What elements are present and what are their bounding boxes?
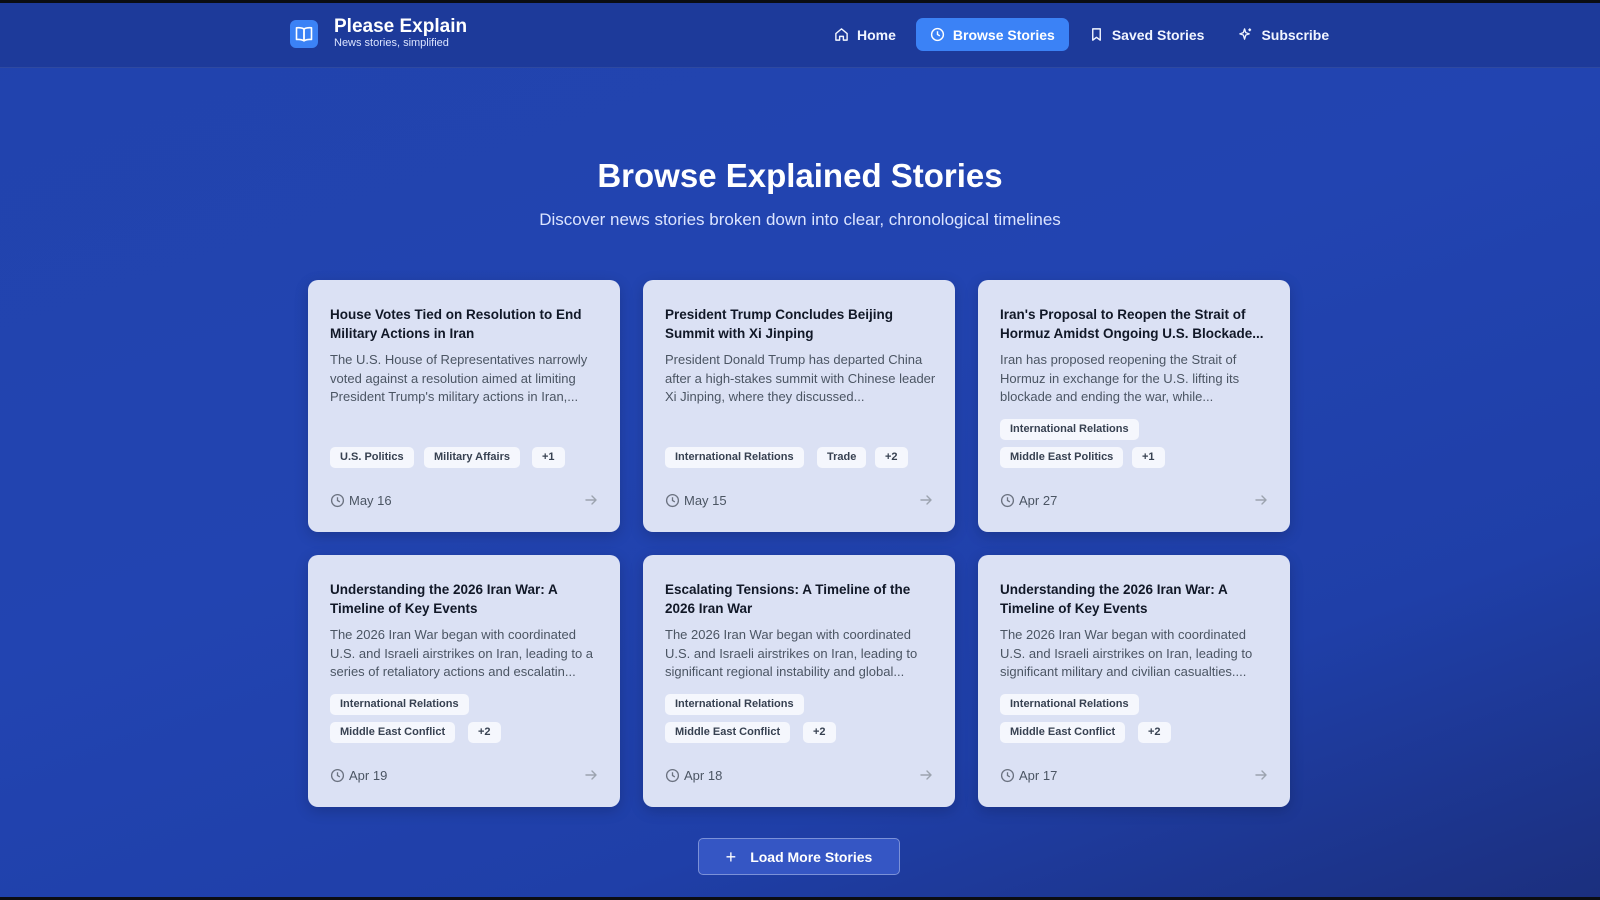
story-date-text: May 15	[684, 493, 727, 508]
nav-saved-label: Saved Stories	[1111, 26, 1205, 43]
page-subtitle: Discover news stories broken down into c…	[539, 210, 1061, 229]
brand[interactable]: Please Explain News stories, simplified	[290, 17, 467, 50]
story-tag[interactable]: Middle East Conflict	[665, 722, 791, 743]
arrow-right-icon[interactable]	[1254, 493, 1268, 507]
nav-subscribe[interactable]: Subscribe	[1224, 18, 1343, 51]
story-date: May 16	[330, 493, 392, 508]
story-date: Apr 19	[330, 768, 387, 783]
app-subtitle: News stories, simplified	[334, 37, 449, 49]
story-date: Apr 27	[1000, 493, 1057, 508]
story-date: Apr 17	[1000, 768, 1057, 783]
story-tag[interactable]: U.S. Politics	[330, 447, 414, 468]
story-tag[interactable]: International Relations	[665, 447, 804, 468]
arrow-right-icon[interactable]	[919, 768, 933, 782]
sparkle-icon	[1239, 28, 1252, 40]
story-description: The 2026 Iran War began with coordinated…	[665, 627, 918, 679]
arrow-right-icon[interactable]	[1254, 768, 1268, 782]
clock-icon	[930, 27, 945, 42]
story-title: President Trump Concludes Beijing Summit…	[665, 307, 894, 341]
story-card[interactable]: House Votes Tied on Resolution to End Mi…	[308, 280, 620, 532]
story-title: Iran's Proposal to Reopen the Strait of …	[1000, 307, 1264, 341]
nav-subscribe-label: Subscribe	[1261, 26, 1330, 43]
story-date-text: Apr 17	[1019, 768, 1058, 783]
story-title: House Votes Tied on Resolution to End Mi…	[330, 307, 582, 341]
book-open-icon	[290, 19, 318, 48]
clock-icon	[330, 493, 345, 508]
clock-icon	[665, 768, 680, 783]
app-frame: Please Explain News stories, simplified …	[0, 3, 1600, 897]
story-tag[interactable]: Trade	[817, 447, 867, 468]
story-tag[interactable]: Middle East Conflict	[330, 722, 456, 743]
story-card[interactable]: Understanding the 2026 Iran War: A Timel…	[978, 555, 1290, 807]
story-tag[interactable]: Middle East Politics	[1000, 447, 1124, 468]
story-date-text: Apr 27	[1019, 493, 1058, 508]
clock-icon	[1000, 768, 1015, 783]
story-card[interactable]: President Trump Concludes Beijing Summit…	[643, 280, 955, 532]
story-date: Apr 18	[665, 768, 722, 783]
nav-home-label: Home	[857, 26, 896, 43]
story-date-text: May 16	[349, 493, 392, 508]
nav-browse-stories[interactable]: Browse Stories	[915, 18, 1069, 51]
nav-home[interactable]: Home	[820, 18, 910, 51]
story-card[interactable]: Iran's Proposal to Reopen the Strait of …	[978, 280, 1290, 532]
story-date-text: Apr 18	[684, 768, 723, 783]
arrow-right-icon[interactable]	[584, 768, 598, 782]
story-date-text: Apr 19	[349, 768, 388, 783]
top-navbar: Please Explain News stories, simplified …	[0, 3, 1600, 68]
story-description: President Donald Trump has departed Chin…	[665, 352, 936, 404]
story-tag-more[interactable]: +2	[875, 447, 908, 468]
plus-icon: +	[725, 846, 737, 867]
story-tag[interactable]: Middle East Conflict	[1000, 722, 1126, 743]
story-tag[interactable]: International Relations	[1000, 419, 1139, 440]
story-card[interactable]: Understanding the 2026 Iran War: A Timel…	[308, 555, 620, 807]
story-tag-more[interactable]: +2	[468, 722, 501, 743]
story-title: Understanding the 2026 Iran War: A Timel…	[330, 582, 558, 616]
home-icon	[835, 28, 848, 41]
page-title: Browse Explained Stories	[597, 157, 1003, 194]
story-tag-more[interactable]: +2	[803, 722, 836, 743]
story-tag-more[interactable]: +1	[532, 447, 565, 468]
story-title: Escalating Tensions: A Timeline of the 2…	[665, 582, 911, 616]
story-description: The 2026 Iran War began with coordinated…	[1000, 627, 1253, 679]
story-tag[interactable]: International Relations	[330, 694, 469, 715]
story-tag[interactable]: Military Affairs	[424, 447, 521, 468]
arrow-right-icon[interactable]	[584, 493, 598, 507]
load-more-button[interactable]: + Load More Stories	[698, 838, 900, 875]
story-description: The U.S. House of Representatives narrow…	[330, 352, 588, 404]
story-tag[interactable]: International Relations	[1000, 694, 1139, 715]
story-tag-more[interactable]: +1	[1132, 447, 1165, 468]
story-tag-more[interactable]: +2	[1138, 722, 1171, 743]
bookmark-icon	[1091, 28, 1101, 41]
app-title: Please Explain	[334, 16, 468, 37]
clock-icon	[330, 768, 345, 783]
story-date: May 15	[665, 493, 727, 508]
story-title: Understanding the 2026 Iran War: A Timel…	[1000, 582, 1228, 616]
arrow-right-icon[interactable]	[919, 493, 933, 507]
clock-icon	[1000, 493, 1015, 508]
story-tag[interactable]: International Relations	[665, 694, 804, 715]
load-more-label: Load More Stories	[750, 848, 873, 865]
nav-browse-label: Browse Stories	[952, 26, 1055, 43]
story-description: The 2026 Iran War began with coordinated…	[330, 627, 594, 679]
main-nav: Home Browse Stories Saved Stories Subscr…	[820, 18, 1349, 51]
nav-saved-stories[interactable]: Saved Stories	[1075, 18, 1219, 51]
clock-icon	[665, 493, 680, 508]
story-card[interactable]: Escalating Tensions: A Timeline of the 2…	[643, 555, 955, 807]
story-description: Iran has proposed reopening the Strait o…	[1000, 352, 1240, 404]
